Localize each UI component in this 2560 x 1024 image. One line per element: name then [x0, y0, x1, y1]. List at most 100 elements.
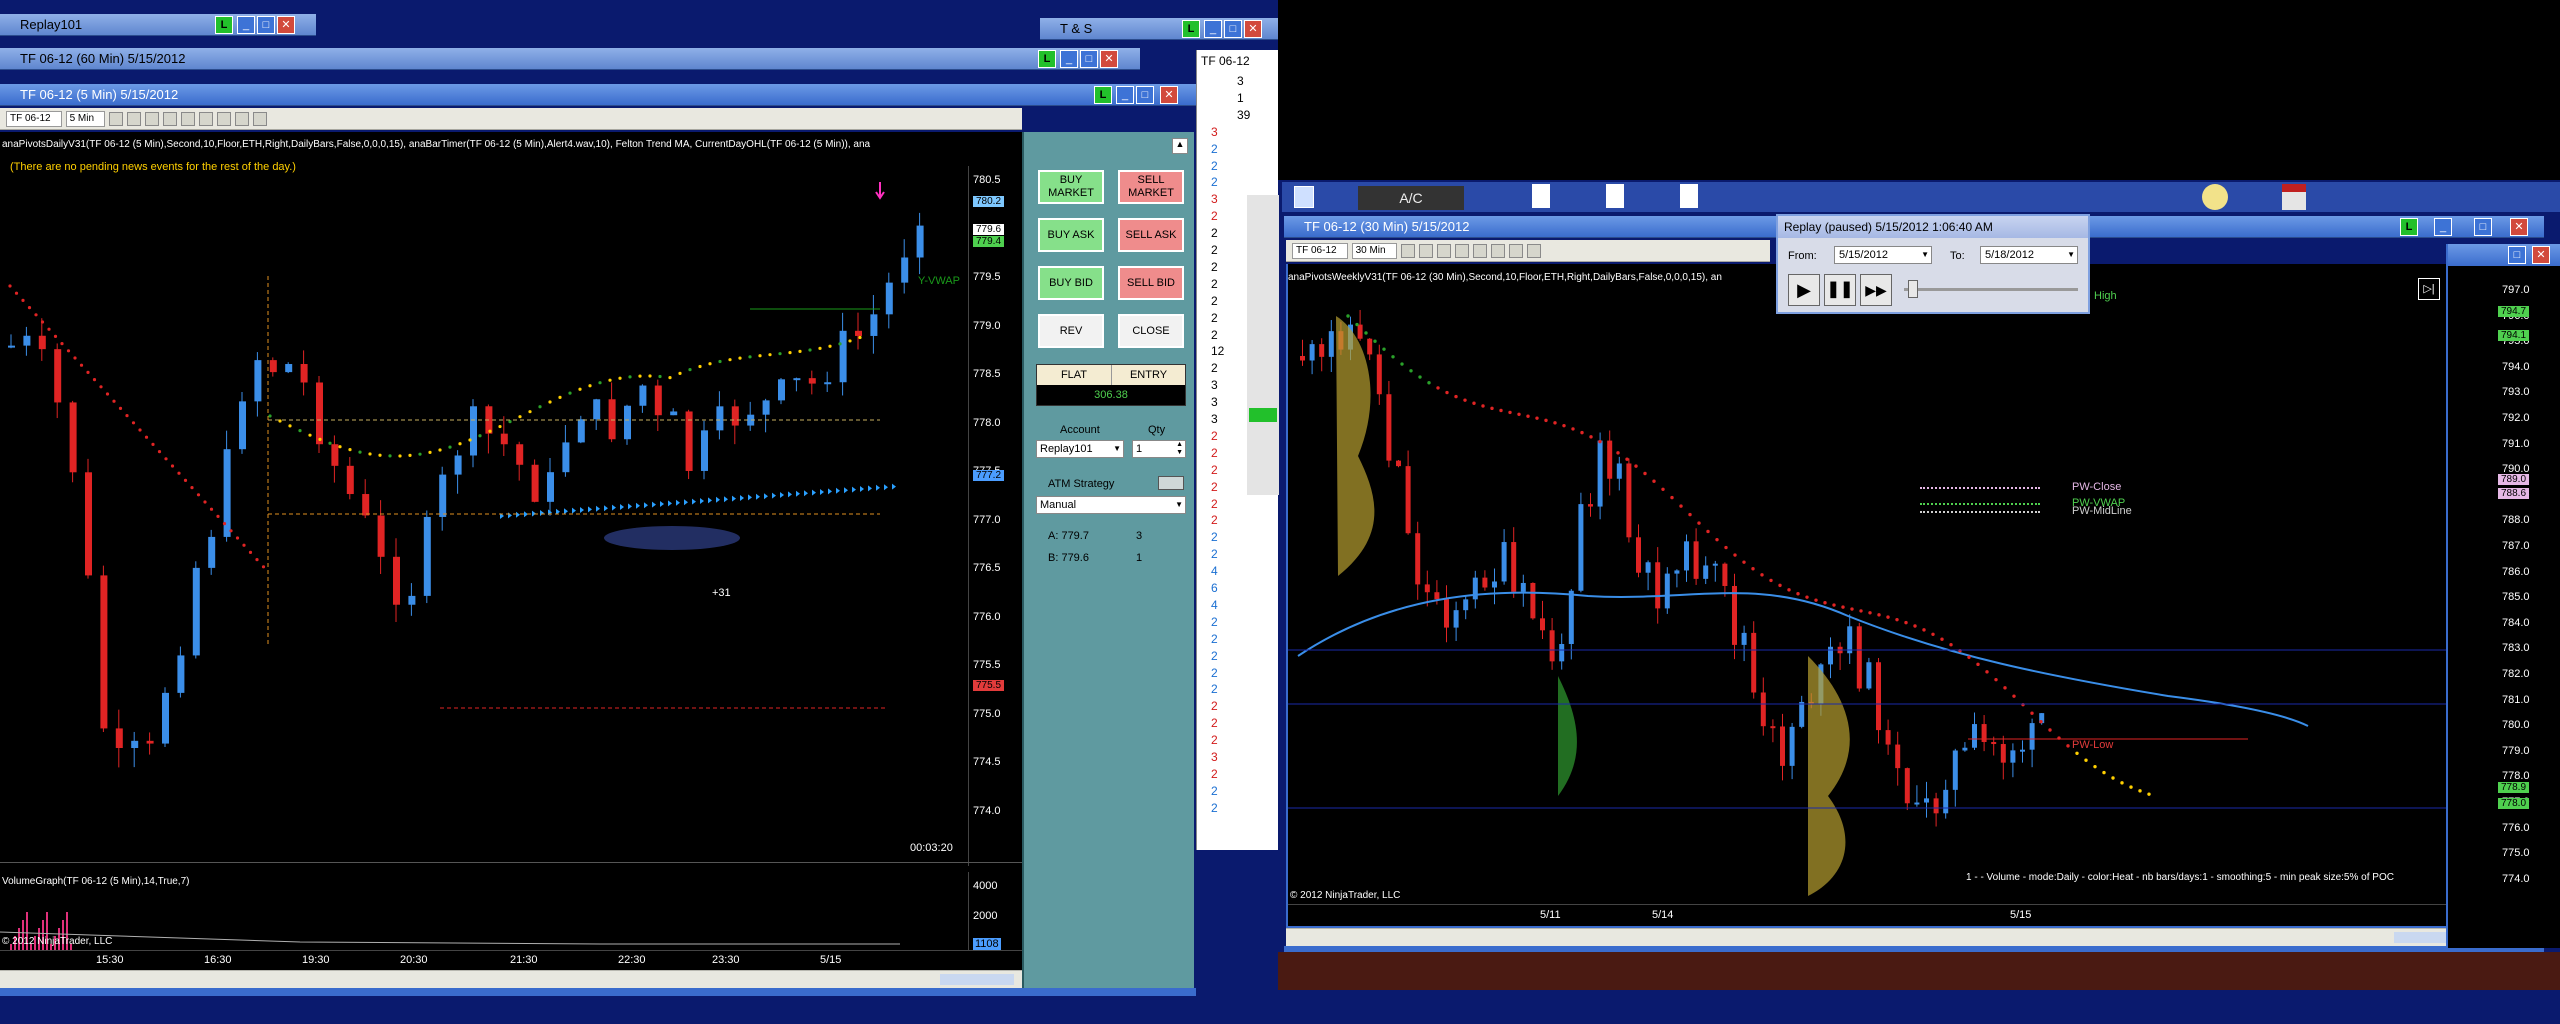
- win5-h-scrollbar[interactable]: [0, 970, 1022, 988]
- win-right-titlebar[interactable]: □ ✕: [2448, 244, 2560, 266]
- qty-stepper[interactable]: 1 ▲ ▼: [1132, 440, 1186, 458]
- trend-dot: [1760, 573, 1764, 577]
- reverse-button[interactable]: REV: [1038, 314, 1104, 348]
- maximize-button[interactable]: □: [2508, 246, 2526, 264]
- draw-tool-icon[interactable]: [127, 111, 142, 126]
- close-button[interactable]: ✕: [277, 16, 295, 34]
- indicators-icon[interactable]: [199, 111, 214, 126]
- draw-tool-icon[interactable]: [1418, 243, 1433, 258]
- sell-market-button[interactable]: SELL MARKET: [1118, 170, 1184, 204]
- interval-select[interactable]: 30 Min: [1351, 242, 1397, 259]
- win30-chart[interactable]: anaPivotsWeeklyV31(TF 06-12 (30 Min),Sec…: [1286, 264, 2544, 928]
- maximize-button[interactable]: □: [1136, 86, 1154, 104]
- order-panel-icon[interactable]: [253, 111, 268, 126]
- replay-titlebar[interactable]: Replay (paused) 5/15/2012 1:06:40 AM: [1778, 216, 2088, 238]
- trend-dot: [105, 392, 110, 396]
- atm-select[interactable]: Manual ▼: [1036, 496, 1186, 514]
- buy-ask-button[interactable]: BUY ASK: [1038, 218, 1104, 252]
- sell-bid-button[interactable]: SELL BID: [1118, 266, 1184, 300]
- trend-dot: [328, 441, 332, 445]
- sell-ask-button[interactable]: SELL ASK: [1118, 218, 1184, 252]
- ac-button[interactable]: A/C: [1358, 186, 1464, 210]
- zoom-icon[interactable]: [1472, 243, 1487, 258]
- trend-dot: [1526, 414, 1530, 418]
- close-button[interactable]: ✕: [2510, 218, 2528, 236]
- cursor-icon[interactable]: [163, 111, 178, 126]
- link-button[interactable]: L: [1182, 20, 1200, 38]
- to-date-picker[interactable]: 5/18/2012 ▼: [1980, 246, 2078, 264]
- minimize-button[interactable]: _: [237, 16, 255, 34]
- candle-body: [1645, 562, 1651, 573]
- properties-icon[interactable]: [235, 111, 250, 126]
- clock-icon[interactable]: [2202, 184, 2228, 210]
- win5-chart[interactable]: anaPivotsDailyV31(TF 06-12 (5 Min),Secon…: [0, 132, 1022, 970]
- tns-titlebar[interactable]: T & S L _ □ ✕: [1040, 18, 1278, 40]
- maximize-button[interactable]: □: [1224, 20, 1242, 38]
- candle-body: [577, 419, 585, 443]
- instrument-select[interactable]: TF 06-12: [6, 110, 62, 127]
- instrument-select[interactable]: TF 06-12: [1292, 242, 1348, 259]
- maximize-button[interactable]: □: [257, 16, 275, 34]
- play-button[interactable]: ▶: [1788, 274, 1820, 306]
- candle-body: [346, 465, 354, 495]
- bar-type-icon[interactable]: [1400, 243, 1415, 258]
- trend-dot: [598, 381, 602, 385]
- atm-settings-icon[interactable]: [1158, 476, 1184, 490]
- trend-dot: [170, 464, 175, 468]
- indicators-icon[interactable]: [1490, 243, 1505, 258]
- minimize-button[interactable]: _: [1116, 86, 1134, 104]
- interval-select[interactable]: 5 Min: [65, 110, 106, 127]
- link-button[interactable]: L: [215, 16, 233, 34]
- cursor-icon[interactable]: [1454, 243, 1469, 258]
- buy-bid-button[interactable]: BUY BID: [1038, 266, 1104, 300]
- win5-titlebar[interactable]: TF 06-12 (5 Min) 5/15/2012 L _ □ ✕: [0, 84, 1196, 106]
- document-icon[interactable]: [1606, 184, 1624, 208]
- fast-forward-button[interactable]: ▶▶: [1860, 274, 1892, 306]
- close-button[interactable]: ✕: [2532, 246, 2550, 264]
- from-date-picker[interactable]: 5/15/2012 ▼: [1834, 246, 1932, 264]
- pencil-icon[interactable]: [1436, 243, 1451, 258]
- trend-dot: [1841, 605, 1845, 609]
- win60-titlebar[interactable]: TF 06-12 (60 Min) 5/15/2012 L _ □ ✕: [0, 48, 1140, 70]
- close-position-button[interactable]: CLOSE: [1118, 314, 1184, 348]
- win30-h-scrollbar[interactable]: [1286, 928, 2544, 946]
- slider-thumb[interactable]: [1908, 280, 1918, 298]
- properties-icon[interactable]: [1526, 243, 1541, 258]
- maximize-button[interactable]: □: [2474, 218, 2492, 236]
- link-button[interactable]: L: [1094, 86, 1112, 104]
- replay-speed-slider[interactable]: [1904, 280, 2078, 298]
- candle-body: [1924, 798, 1929, 803]
- vwap-arrow: [596, 505, 600, 512]
- close-button[interactable]: ✕: [1100, 50, 1118, 68]
- recycle-bin-icon[interactable]: [1294, 186, 1314, 208]
- panel-collapse-button[interactable]: ▲: [1172, 138, 1188, 154]
- strategies-icon[interactable]: [217, 111, 232, 126]
- replay101-titlebar[interactable]: Replay101 L _ □ ✕: [0, 14, 316, 36]
- zoom-icon[interactable]: [181, 111, 196, 126]
- document-icon[interactable]: [1680, 184, 1698, 208]
- scroll-thumb[interactable]: [940, 974, 1014, 985]
- maximize-button[interactable]: □: [1080, 50, 1098, 68]
- close-button[interactable]: ✕: [1160, 86, 1178, 104]
- minimize-button[interactable]: _: [1204, 20, 1222, 38]
- link-button[interactable]: L: [2400, 218, 2418, 236]
- strategies-icon[interactable]: [1508, 243, 1523, 258]
- bar-type-icon[interactable]: [109, 111, 124, 126]
- buy-market-button[interactable]: BUY MARKET: [1038, 170, 1104, 204]
- link-button[interactable]: L: [1038, 50, 1056, 68]
- vwap-arrow: [724, 496, 728, 503]
- document-icon[interactable]: [1532, 184, 1550, 208]
- pdf-icon[interactable]: [2282, 184, 2306, 210]
- nav-arrow-icon[interactable]: ▷|: [2418, 278, 2440, 300]
- close-button[interactable]: ✕: [1244, 20, 1262, 38]
- minimize-button[interactable]: _: [2434, 218, 2452, 236]
- account-select[interactable]: Replay101 ▼: [1036, 440, 1124, 458]
- price-tick: 779.0: [2502, 744, 2530, 757]
- minimize-button[interactable]: _: [1060, 50, 1078, 68]
- trend-dot: [14, 291, 19, 295]
- pause-button[interactable]: ❚❚: [1824, 274, 1856, 306]
- tns-size: 2: [1211, 699, 1218, 714]
- pencil-icon[interactable]: [145, 111, 160, 126]
- candle-body: [1760, 692, 1766, 727]
- trend-dot: [1976, 662, 1980, 667]
